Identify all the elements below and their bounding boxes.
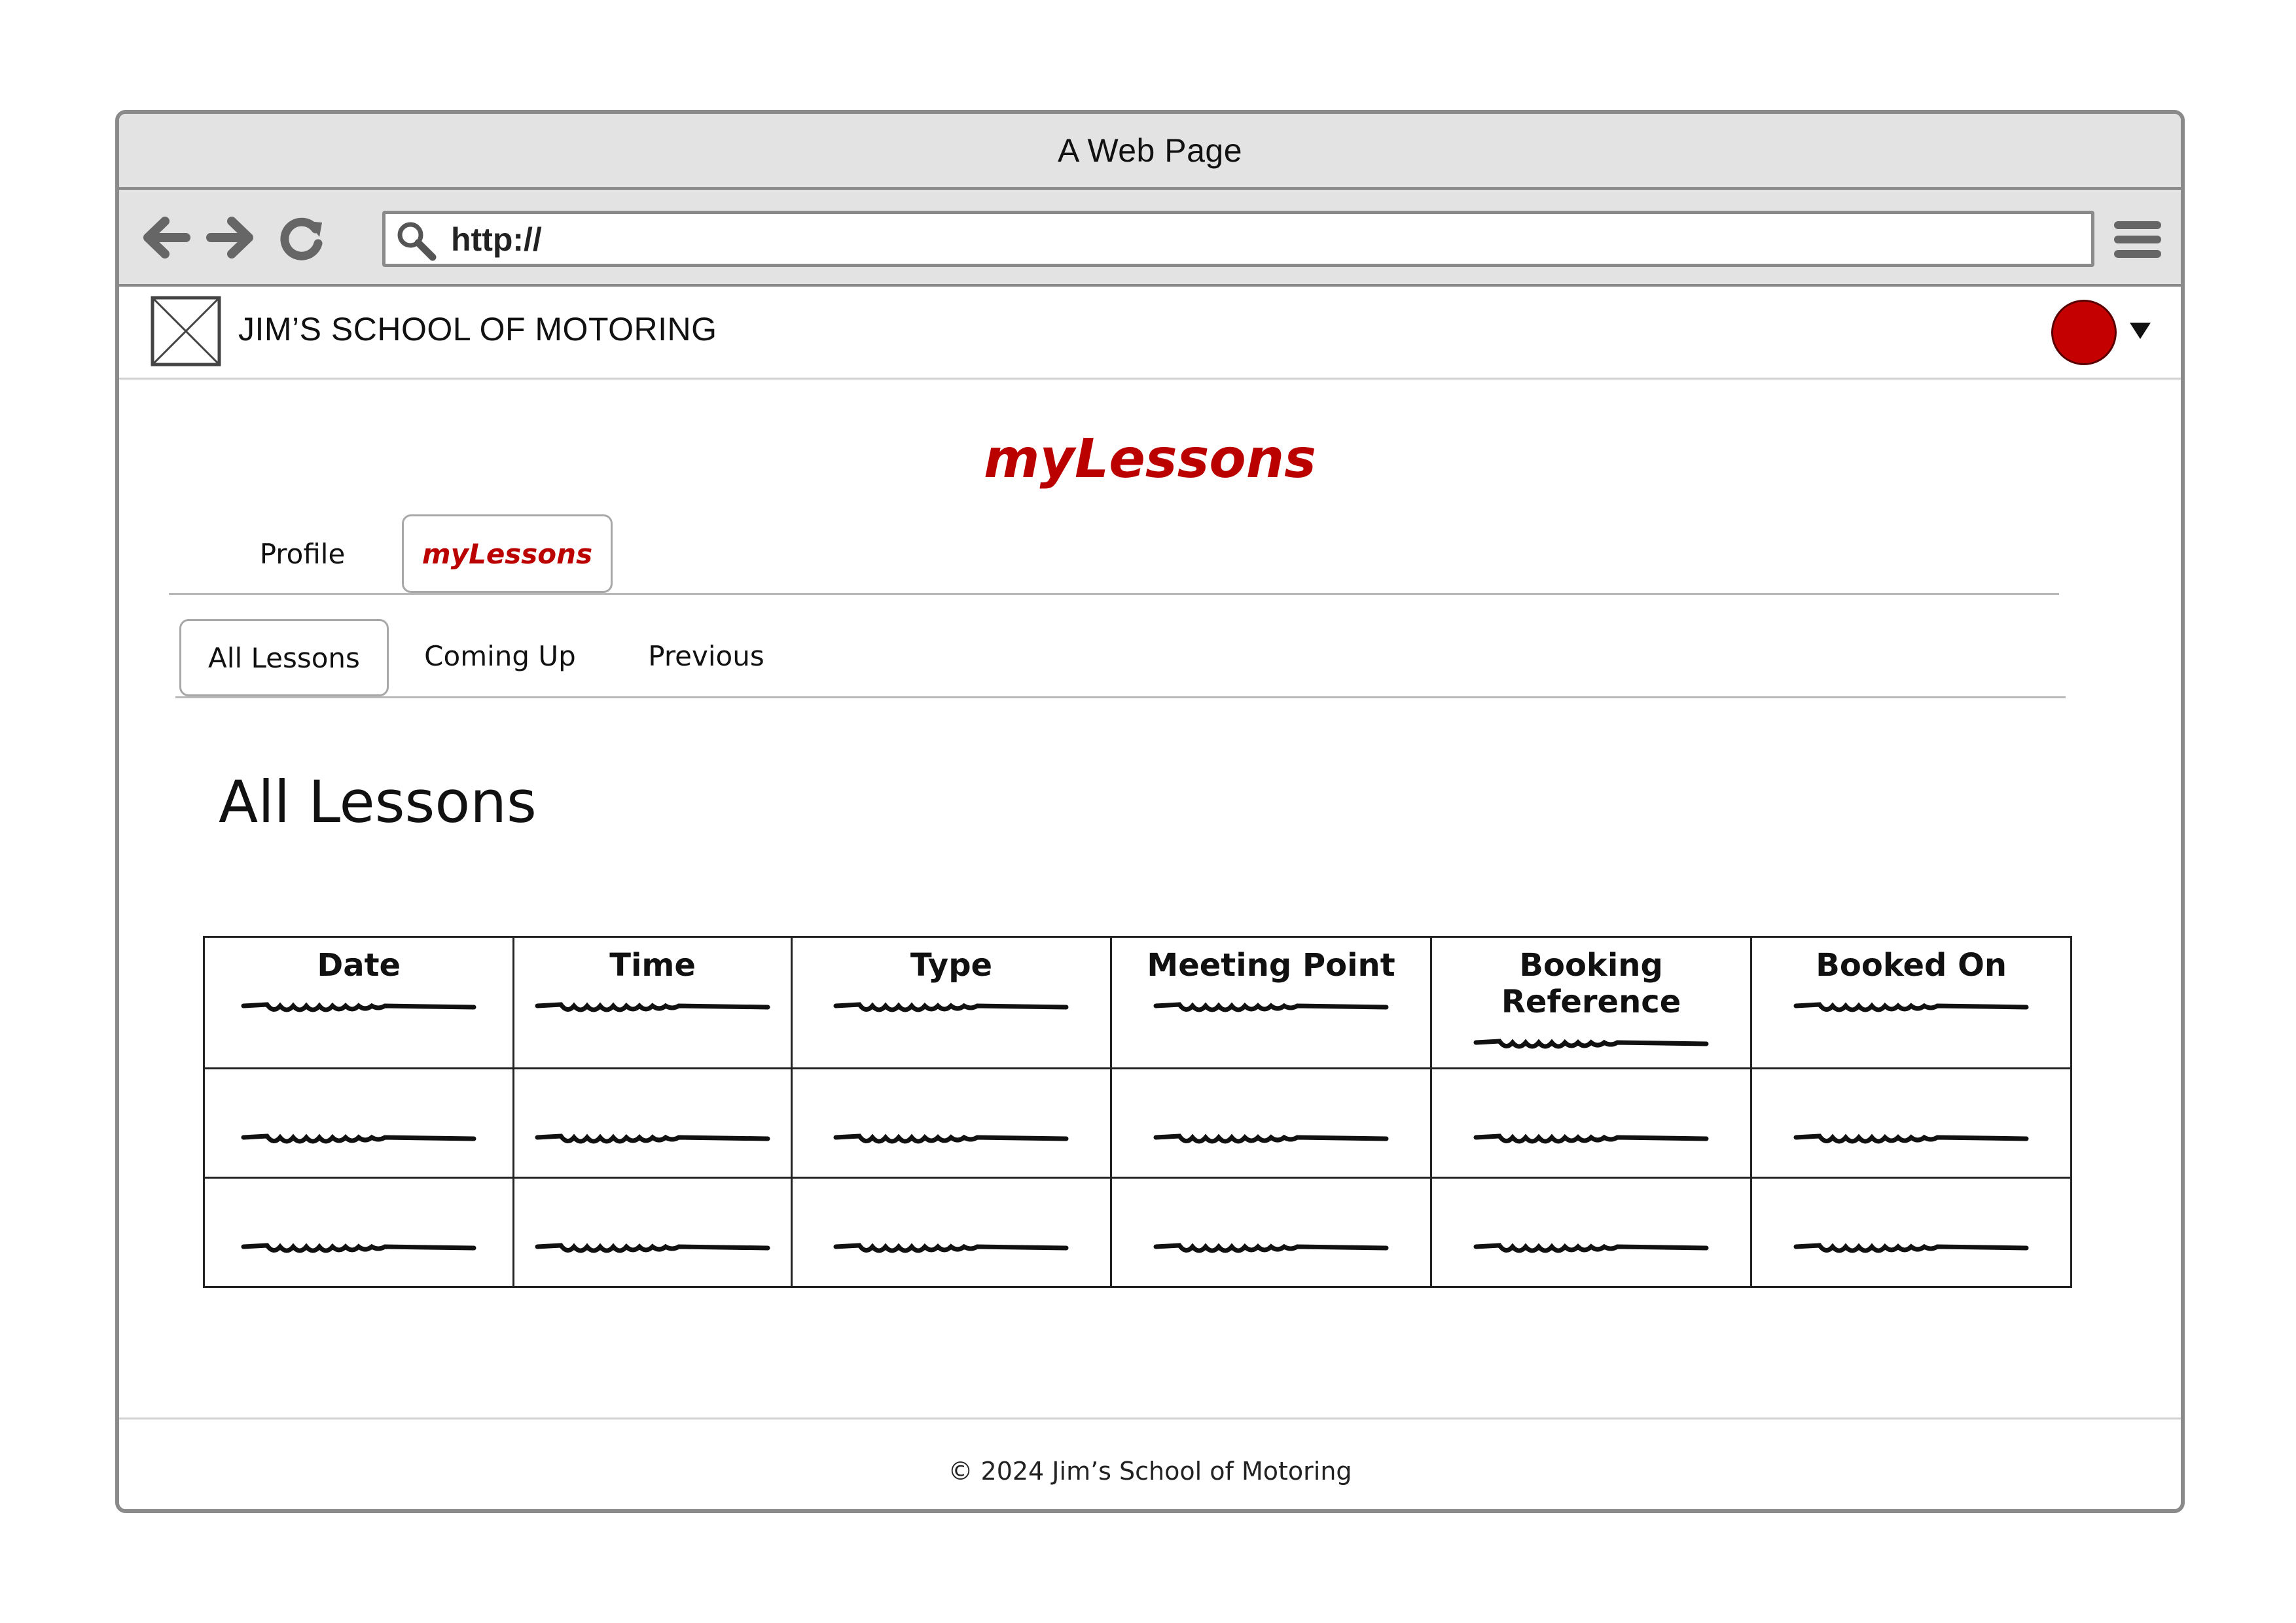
column-header-label: Date — [317, 947, 401, 984]
table-cell — [1750, 1177, 2072, 1288]
table-row[interactable] — [202, 1177, 2072, 1288]
site-name: JIM’S SCHOOL OF MOTORING — [238, 311, 717, 348]
column-header-time: Time — [512, 936, 793, 1069]
tab-profile[interactable]: Profile — [224, 514, 381, 593]
placeholder-scribble — [241, 1133, 476, 1144]
table-cell — [1110, 1067, 1432, 1179]
logo-placeholder-icon[interactable] — [151, 296, 221, 366]
placeholder-scribble — [1473, 1039, 1709, 1049]
placeholder-scribble — [1153, 1002, 1389, 1012]
placeholder-scribble — [535, 1002, 770, 1012]
caret-down-icon[interactable] — [2128, 321, 2152, 340]
search-icon — [395, 219, 438, 261]
table-header-row: Date Time Type Meeting Point Booking Ref… — [202, 936, 2072, 1069]
placeholder-scribble — [1793, 1243, 2029, 1253]
placeholder-scribble — [535, 1243, 770, 1253]
footer-divider — [119, 1418, 2181, 1419]
column-header-type: Type — [790, 936, 1113, 1069]
placeholder-scribble — [1153, 1243, 1389, 1253]
browser-toolbar — [119, 190, 2181, 287]
lessons-table: Date Time Type Meeting Point Booking Ref… — [202, 936, 2072, 1288]
window-title: A Web Page — [119, 114, 2181, 190]
url-input[interactable] — [451, 218, 2074, 261]
placeholder-scribble — [1473, 1133, 1709, 1144]
table-cell — [1110, 1177, 1432, 1288]
table-cell — [202, 1067, 515, 1179]
hamburger-menu-icon[interactable] — [2113, 220, 2162, 259]
column-header-date: Date — [202, 936, 515, 1069]
section-heading: All Lessons — [219, 768, 537, 836]
subtab-all-lessons[interactable]: All Lessons — [179, 619, 389, 696]
placeholder-scribble — [1153, 1133, 1389, 1144]
column-header-booking-reference: Booking Reference — [1429, 936, 1753, 1069]
tab-mylessons[interactable]: myLessons — [402, 514, 613, 593]
column-header-label: Booking Reference — [1501, 947, 1681, 1020]
column-header-label: Booked On — [1816, 947, 2007, 984]
table-cell — [512, 1177, 793, 1288]
placeholder-scribble — [241, 1243, 476, 1253]
placeholder-scribble — [833, 1133, 1069, 1144]
avatar[interactable] — [2051, 300, 2117, 365]
subtab-coming-up[interactable]: Coming Up — [402, 616, 598, 695]
table-cell — [1750, 1067, 2072, 1179]
footer-copyright: © 2024 Jim’s School of Motoring — [948, 1457, 1352, 1486]
table-cell — [790, 1177, 1113, 1288]
column-header-label: Type — [910, 947, 993, 984]
column-header-booked-on: Booked On — [1750, 936, 2072, 1069]
page-title: myLessons — [984, 428, 1316, 490]
placeholder-scribble — [241, 1002, 476, 1012]
reload-icon[interactable] — [276, 215, 329, 260]
table-cell — [512, 1067, 793, 1179]
tab-divider — [169, 593, 2059, 595]
table-cell — [1429, 1067, 1753, 1179]
back-arrow-icon[interactable] — [139, 215, 191, 260]
subtab-divider — [175, 696, 2066, 698]
placeholder-scribble — [535, 1133, 770, 1144]
placeholder-scribble — [833, 1243, 1069, 1253]
forward-arrow-icon[interactable] — [206, 215, 258, 260]
table-cell — [790, 1067, 1113, 1179]
placeholder-scribble — [833, 1002, 1069, 1012]
placeholder-scribble — [1793, 1133, 2029, 1144]
placeholder-scribble — [1473, 1243, 1709, 1253]
table-cell — [202, 1177, 515, 1288]
column-header-label: Time — [609, 947, 696, 984]
table-row[interactable] — [202, 1067, 2072, 1179]
table-cell — [1429, 1177, 1753, 1288]
url-bar[interactable] — [382, 211, 2094, 267]
subtab-previous[interactable]: Previous — [618, 616, 795, 695]
browser-window: A Web Page JIM’S SCHOOL OF MOTORING — [115, 110, 2185, 1513]
column-header-label: Meeting Point — [1147, 947, 1395, 984]
site-header: JIM’S SCHOOL OF MOTORING — [119, 287, 2181, 380]
placeholder-scribble — [1793, 1002, 2029, 1012]
column-header-meeting-point: Meeting Point — [1110, 936, 1432, 1069]
